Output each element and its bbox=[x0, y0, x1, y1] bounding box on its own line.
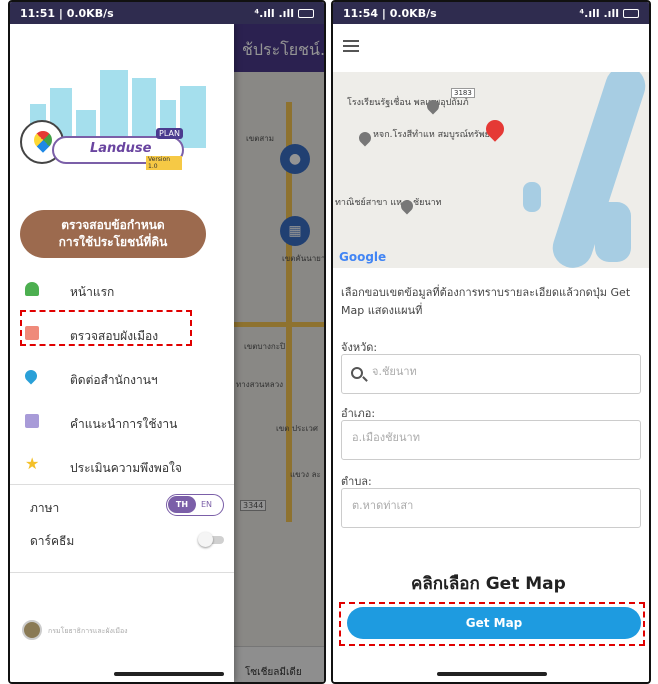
map-label: ทาณิชย์สาขา แห จ.ชัยนาท bbox=[335, 198, 442, 208]
search-icon bbox=[351, 367, 363, 379]
divider bbox=[10, 484, 234, 485]
highlight-annotation bbox=[20, 310, 192, 346]
province-input[interactable] bbox=[372, 365, 642, 378]
brand-name: Landuse bbox=[90, 141, 152, 156]
department-seal-icon bbox=[22, 620, 42, 640]
dark-theme-label: ดาร์คธีม bbox=[30, 534, 75, 548]
menu-item-label: คำแนะนำการใช้งาน bbox=[70, 417, 178, 431]
dark-theme-switch[interactable] bbox=[198, 532, 224, 547]
language-toggle[interactable]: TH EN bbox=[166, 494, 224, 516]
menu-item-satisfaction-survey[interactable]: ★ ประเมินความพึงพอใจ bbox=[10, 444, 234, 488]
language-th-option[interactable]: TH bbox=[168, 496, 196, 513]
status-icons: ⁴.ıll .ıll bbox=[254, 7, 314, 20]
divider bbox=[10, 572, 234, 573]
hamburger-menu-icon[interactable] bbox=[343, 40, 359, 52]
map-label: หจก.โรงสีทำแห สมบูรณ์ทรัพย์ bbox=[373, 130, 490, 140]
button-line-2: การใช้ประโยชน์ที่ดิน bbox=[58, 235, 168, 249]
google-attribution: Google bbox=[339, 250, 387, 264]
menu-item-home[interactable]: หน้าแรก bbox=[10, 268, 234, 312]
subdistrict-field[interactable] bbox=[341, 488, 641, 528]
battery-icon bbox=[298, 8, 314, 18]
menu-item-user-guide[interactable]: คำแนะนำการใช้งาน bbox=[10, 400, 234, 444]
check-land-use-button[interactable]: ตรวจสอบข้อกำหนด การใช้ประโยชน์ที่ดิน bbox=[20, 210, 206, 258]
province-field[interactable] bbox=[341, 354, 642, 394]
left-phone-screen: 11:51 | 0.0KB/s ⁴.ıll .ıll ช้ประโยชน์...… bbox=[8, 0, 326, 684]
subdistrict-input[interactable] bbox=[352, 499, 622, 512]
menu-item-label: หน้าแรก bbox=[70, 285, 115, 299]
home-icon bbox=[25, 282, 39, 296]
map-view[interactable]: โรงเรียนรัฐเชื่อน พลเทพอุปถัมภ์ หจก.โรงส… bbox=[333, 72, 649, 268]
switch-knob bbox=[198, 532, 213, 547]
route-badge: 3183 bbox=[451, 88, 475, 98]
pond bbox=[595, 202, 631, 262]
status-bar: 11:54 | 0.0KB/s ⁴.ıll .ıll bbox=[333, 2, 649, 24]
battery-icon bbox=[623, 8, 639, 18]
button-line-1: ตรวจสอบข้อกำหนด bbox=[61, 218, 165, 232]
status-icons: ⁴.ıll .ıll bbox=[579, 7, 639, 20]
language-en-option[interactable]: EN bbox=[201, 496, 212, 513]
star-icon: ★ bbox=[25, 454, 40, 473]
pond bbox=[523, 182, 541, 212]
navigation-drawer: Landuse PLAN Version 1.0 ตรวจสอบข้อกำหนด… bbox=[10, 24, 234, 682]
menu-item-label: ติดต่อสำนักงานฯ bbox=[70, 373, 158, 387]
district-input[interactable] bbox=[352, 431, 622, 444]
menu-item-label: ประเมินความพึงพอใจ bbox=[70, 461, 182, 475]
map-label: โรงเรียนรัฐเชื่อน พลเทพอุปถัมภ์ bbox=[347, 98, 469, 108]
brand-logo: Landuse PLAN Version 1.0 bbox=[10, 24, 234, 192]
city-graphic bbox=[180, 86, 206, 148]
book-icon bbox=[25, 414, 39, 428]
brand-tag: PLAN bbox=[156, 128, 183, 139]
language-label: ภาษา bbox=[30, 501, 60, 515]
home-indicator bbox=[114, 672, 224, 676]
brand-version: Version 1.0 bbox=[146, 156, 182, 170]
status-bar: 11:51 | 0.0KB/s ⁴.ıll .ıll bbox=[10, 2, 324, 24]
brand-badge: Landuse PLAN Version 1.0 bbox=[52, 128, 184, 170]
get-map-button[interactable]: Get Map bbox=[347, 607, 641, 639]
status-time: 11:51 | 0.0KB/s bbox=[20, 6, 114, 20]
callout-text: คลิกเลือก Get Map bbox=[411, 574, 566, 594]
app-bar bbox=[333, 24, 649, 72]
drawer-menu: หน้าแรก ตรวจสอบผังเมือง ติดต่อสำนักงานฯ … bbox=[10, 268, 234, 488]
district-field[interactable] bbox=[341, 420, 641, 460]
status-time: 11:54 | 0.0KB/s bbox=[343, 6, 437, 20]
menu-item-contact-office[interactable]: ติดต่อสำนักงานฯ bbox=[10, 356, 234, 400]
instruction-text: เลือกขอบเขตข้อมูลที่ต้องการทราบรายละเอีย… bbox=[341, 286, 631, 317]
poi-marker-icon[interactable] bbox=[356, 129, 374, 147]
signal-icon: ⁴.ıll .ıll bbox=[579, 6, 619, 20]
right-phone-screen: 11:54 | 0.0KB/s ⁴.ıll .ıll โรงเรียนรัฐเช… bbox=[331, 0, 651, 684]
signal-icon: ⁴.ıll .ıll bbox=[254, 6, 294, 20]
home-indicator bbox=[437, 672, 547, 676]
footer-text: กรมโยธาธิการและผังเมือง bbox=[48, 627, 128, 635]
location-icon bbox=[22, 367, 40, 385]
